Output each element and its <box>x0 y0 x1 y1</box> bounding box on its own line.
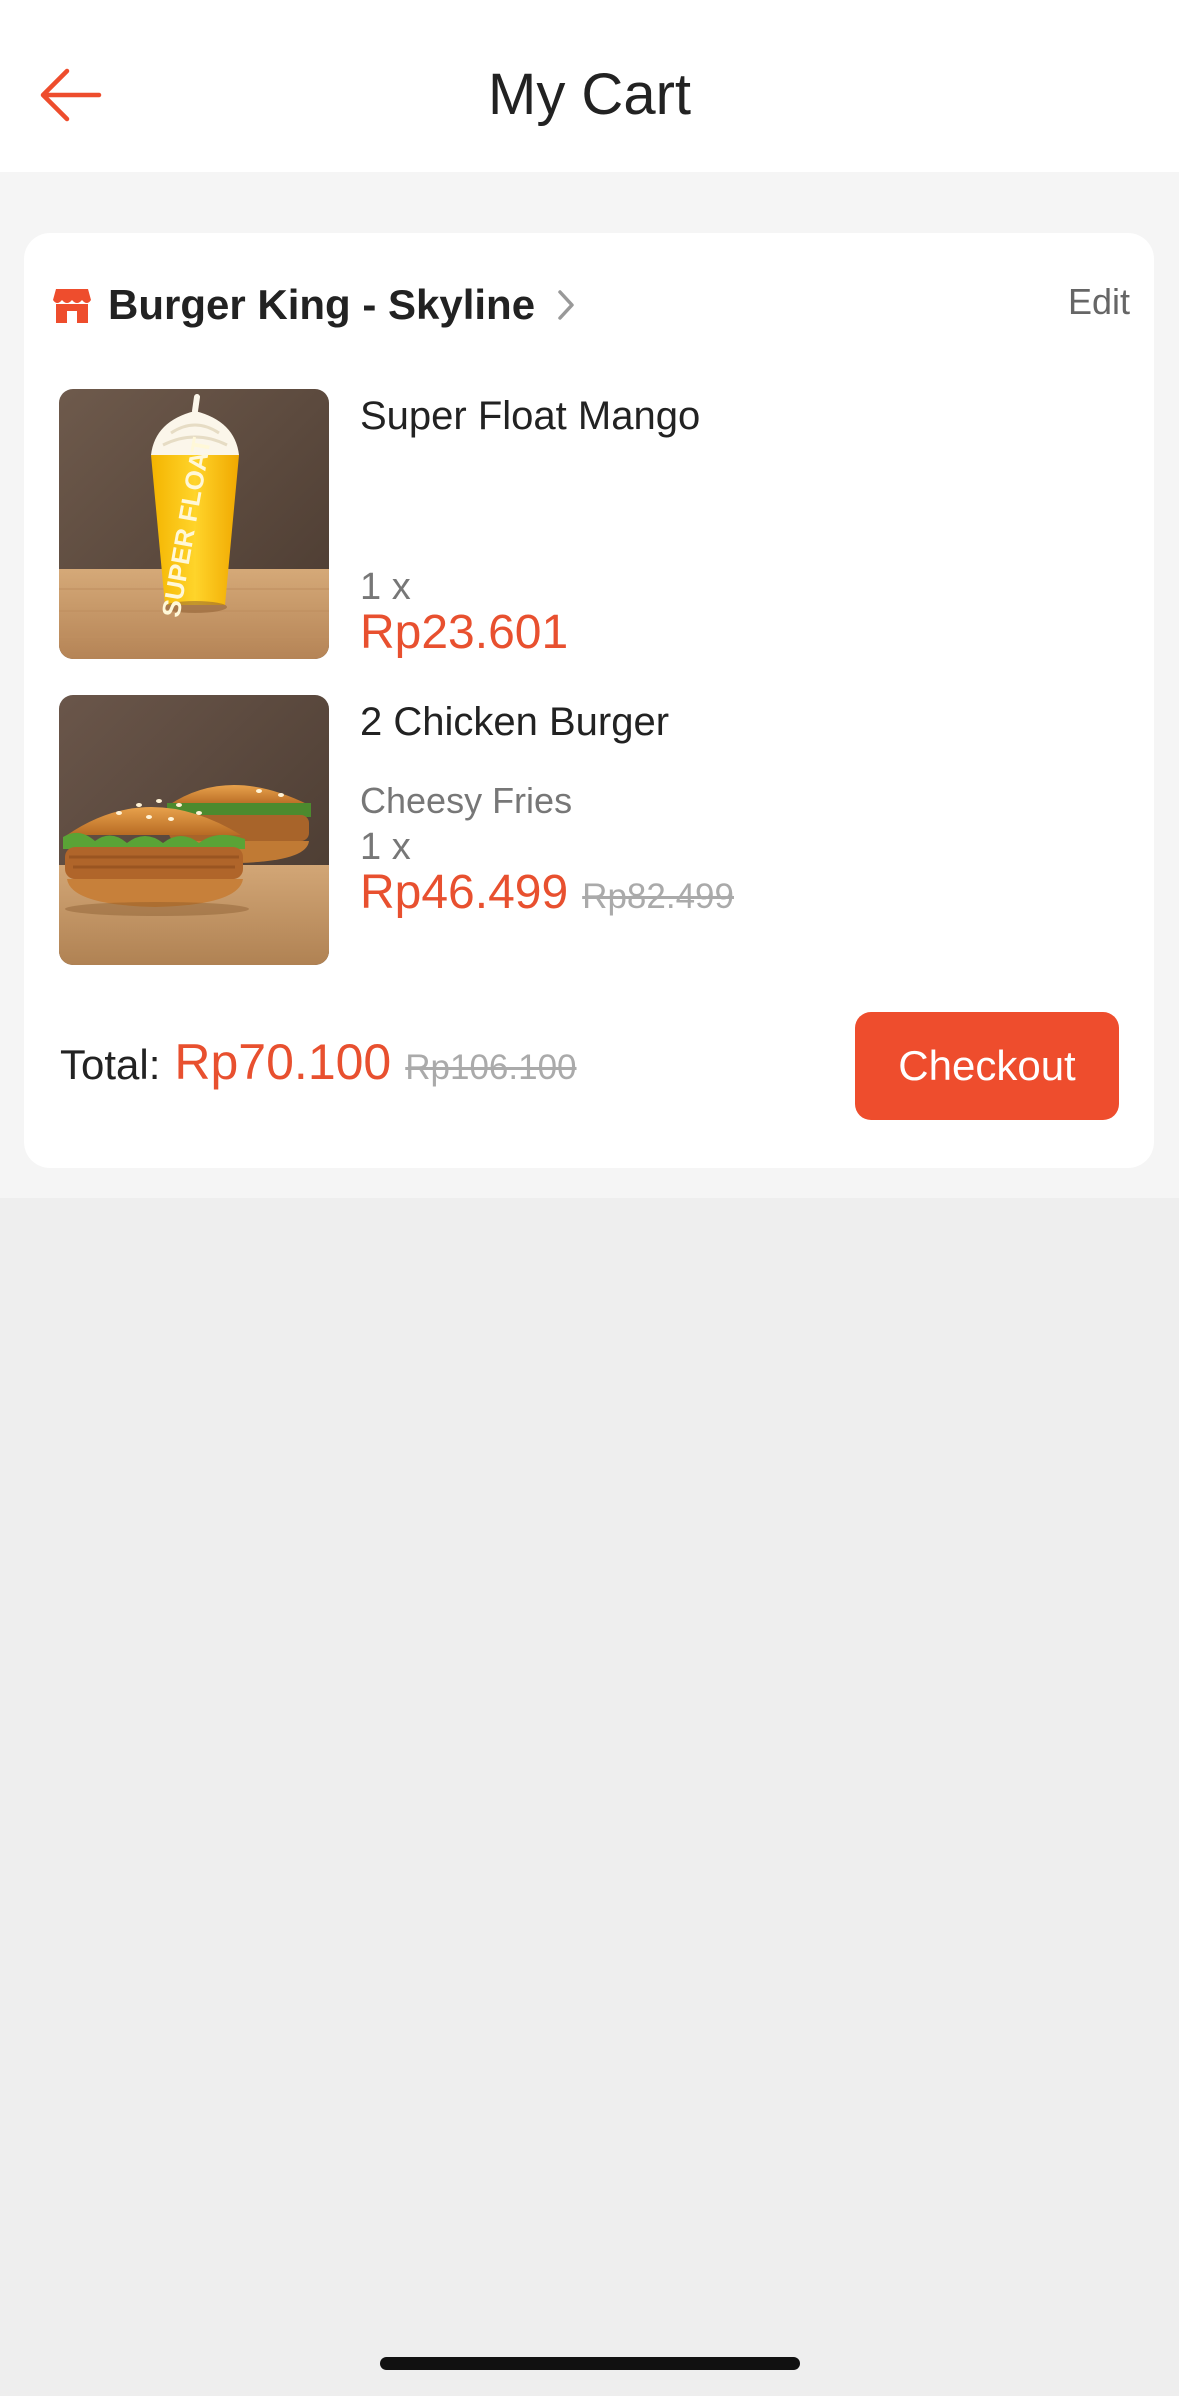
header-bar: My Cart <box>0 0 1179 172</box>
original-total-price: Rp106.100 <box>405 1048 577 1087</box>
item-price: Rp23.601 <box>360 606 569 659</box>
chevron-right-icon <box>557 289 575 321</box>
item-variant: Cheesy Fries <box>360 780 573 821</box>
item-quantity: 1 x <box>360 566 411 608</box>
cart-item[interactable]: 2 Chicken Burger Cheesy Fries 1 x Rp46.4… <box>59 695 1129 965</box>
shop-link[interactable]: Burger King - Skyline <box>52 275 575 335</box>
total-row: Total: Rp70.100 Rp106.100 <box>60 1033 577 1091</box>
store-icon <box>52 285 92 325</box>
edit-button[interactable]: Edit <box>1068 281 1130 323</box>
total-price: Rp70.100 <box>174 1034 392 1090</box>
cart-item[interactable]: SUPER FLOAT Super Float Mango 1 x Rp23.6… <box>59 389 1129 659</box>
checkout-button[interactable]: Checkout <box>855 1012 1119 1120</box>
divider <box>0 172 1179 202</box>
product-image-super-float: SUPER FLOAT <box>59 389 329 659</box>
total-label: Total: <box>60 1041 161 1088</box>
item-original-price: Rp82.499 <box>582 877 734 916</box>
item-price: Rp46.499 <box>360 866 569 919</box>
shop-card: Burger King - Skyline Edit SUPER FLOAT S… <box>24 233 1154 1168</box>
page-title: My Cart <box>488 62 691 127</box>
shop-name: Burger King - Skyline <box>108 281 536 328</box>
item-name: Super Float Mango <box>360 394 701 438</box>
item-name: 2 Chicken Burger <box>360 700 670 744</box>
item-price-row: Rp23.601 <box>360 605 568 660</box>
item-price-row: Rp46.499 Rp82.499 <box>360 865 734 920</box>
product-image-chicken-burger <box>59 695 329 965</box>
item-quantity: 1 x <box>360 826 411 868</box>
home-indicator[interactable] <box>380 2357 800 2370</box>
